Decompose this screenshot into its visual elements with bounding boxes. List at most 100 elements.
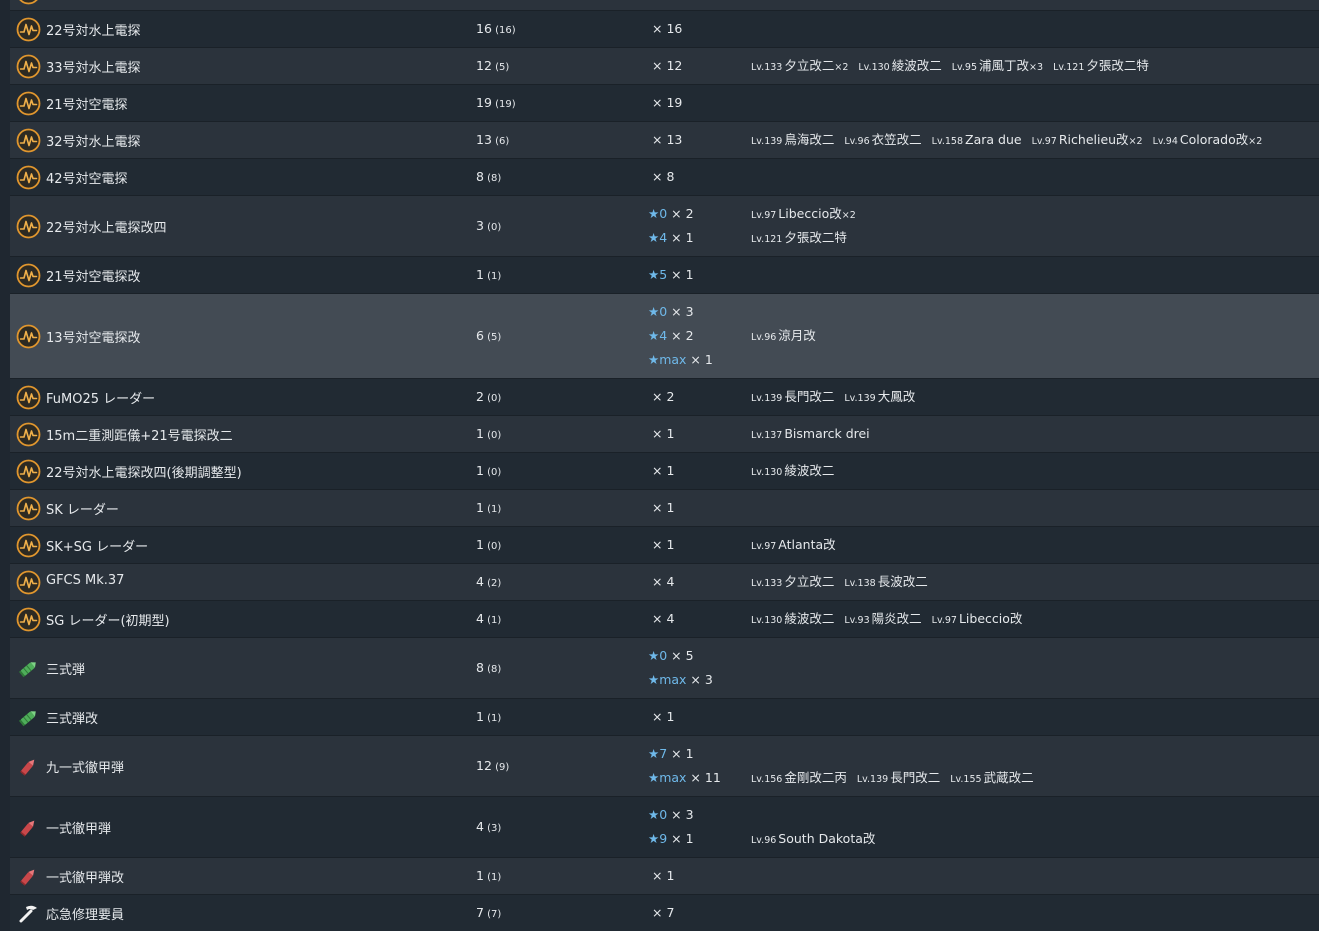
table-row[interactable]: 一式徹甲弾 4 (3) ★0 × 3 ★9 × 1 Lv.96 South Dakota改	[10, 796, 1319, 857]
table-row[interactable]: GFCS Mk.37 4 (2) × 4 Lv.133 夕立改二 Lv.138 長波改二	[10, 563, 1319, 600]
improvement-level: × 16	[652, 21, 683, 36]
star-icon: ★5	[648, 267, 668, 282]
equipment-table: 22号対水上電探 16 (16) × 16 33号対水上電探 12 (5) × 12 Lv.…	[10, 0, 1319, 931]
equipment-name: 応急修理要員	[46, 908, 125, 923]
improvement-level: × 7	[652, 905, 675, 920]
radar-icon	[16, 263, 41, 288]
equipment-name: 33号対水上電探	[46, 61, 141, 76]
radar-icon	[16, 54, 41, 79]
improvement-level: ★4 × 2	[648, 328, 694, 343]
table-row[interactable]: 三式弾 8 (8) ★0 × 5 ★max × 3	[10, 637, 1319, 698]
ship-entry: Lv.93 陽炎改二	[844, 611, 922, 626]
equipment-count: 1 (1)	[476, 868, 502, 883]
equipment-name: 32号対水上電探	[46, 135, 141, 150]
table-row[interactable]: 32号対水上電探 13 (6) × 13 Lv.139 鳥海改二 Lv.96 衣笠改二 Lv.…	[10, 121, 1319, 158]
equipment-count: 13 (6)	[476, 132, 510, 147]
ship-entry: Lv.158 Zara due	[931, 132, 1022, 147]
equipped-ships: Lv.96 涼月改	[751, 324, 826, 348]
ship-entry: Lv.97 Libeccio改	[931, 611, 1023, 626]
equipment-count: 2 (0)	[476, 389, 502, 404]
table-row[interactable]: 22号対水上電探 16 (16) × 16	[10, 10, 1319, 47]
ship-entry: Lv.96 衣笠改二	[844, 132, 922, 147]
equipment-count: 3 (0)	[476, 218, 502, 233]
table-row[interactable]: SG レーダー(初期型) 4 (1) × 4 Lv.130 綾波改二 Lv.93 陽炎改二 L…	[10, 600, 1319, 637]
table-row[interactable]: SK レーダー 1 (1) × 1	[10, 489, 1319, 526]
ship-entry: Lv.96 South Dakota改	[751, 831, 876, 846]
radar-icon	[16, 324, 41, 349]
improvement-level: × 1	[652, 426, 675, 441]
ship-entry: Lv.97 Atlanta改	[751, 537, 836, 552]
type3-shell-icon	[16, 705, 41, 730]
equipped-ships: Lv.137 Bismarck drei	[751, 422, 880, 446]
improvement-level: × 4	[652, 611, 675, 626]
equipment-name: 九一式徹甲弾	[46, 761, 125, 776]
improvement-level: × 8	[652, 169, 675, 184]
equipment-name: 一式徹甲弾改	[46, 871, 125, 886]
ship-entry: Lv.156 金剛改二丙	[751, 770, 847, 785]
ship-entry: Lv.139 鳥海改二	[751, 132, 835, 147]
star-icon: ★0	[648, 648, 668, 663]
equipment-name: 42号対空電探	[46, 172, 128, 187]
equipment-name: 三式弾改	[46, 712, 99, 727]
radar-icon	[16, 165, 41, 190]
ship-entry: Lv.137 Bismarck drei	[751, 426, 870, 441]
equipped-ships: Lv.156 金剛改二丙 Lv.139 長門改二 Lv.155 武蔵改二	[751, 766, 1044, 790]
equipped-ships: Lv.97 Atlanta改	[751, 533, 846, 557]
improvement-level: × 1	[652, 463, 675, 478]
table-row[interactable]: 42号対空電探 8 (8) × 8	[10, 158, 1319, 195]
improvement-level: × 2	[652, 389, 675, 404]
table-row[interactable]: 21号対空電探 19 (19) × 19	[10, 84, 1319, 121]
star-icon: ★max	[648, 672, 687, 687]
improvement-level: ★5 × 1	[648, 267, 694, 282]
equipped-ships: Lv.97 Libeccio改×2	[751, 202, 866, 226]
improvement-level: ★max × 1	[648, 352, 713, 367]
equipped-ships: Lv.133 夕立改二×2 Lv.130 綾波改二 Lv.95 浦風丁改×3 Lv.121 夕…	[751, 54, 1159, 78]
equipment-count: 12 (9)	[476, 758, 510, 773]
improvement-level: ★4 × 1	[648, 230, 694, 245]
table-row[interactable]: 応急修理要員 7 (7) × 7	[10, 894, 1319, 931]
equipment-name: GFCS Mk.37	[46, 573, 125, 588]
improvement-level: × 12	[652, 58, 683, 73]
ship-entry: Lv.94 Colorado改×2	[1152, 132, 1263, 147]
improvement-level: × 1	[652, 500, 675, 515]
equipment-count: 7 (7)	[476, 905, 502, 920]
table-row[interactable]: SK+SG レーダー 1 (0) × 1 Lv.97 Atlanta改	[10, 526, 1319, 563]
equipment-count: 1 (0)	[476, 463, 502, 478]
table-row[interactable]: 三式弾改 1 (1) × 1	[10, 698, 1319, 735]
equipment-count: 1 (0)	[476, 537, 502, 552]
table-row[interactable]: 21号対空電探改 1 (1) ★5 × 1	[10, 256, 1319, 293]
improvement-level: × 1	[652, 709, 675, 724]
equipment-name: FuMO25 レーダー	[46, 392, 156, 407]
table-row[interactable]: 33号対水上電探 12 (5) × 12 Lv.133 夕立改二×2 Lv.130 綾波改二…	[10, 47, 1319, 84]
table-row[interactable]: 15m二重測距儀+21号電探改二 1 (0) × 1 Lv.137 Bismarck d…	[10, 415, 1319, 452]
equipped-ships: Lv.133 夕立改二 Lv.138 長波改二	[751, 570, 938, 594]
star-icon: ★0	[648, 206, 668, 221]
equipment-count: 1 (1)	[476, 709, 502, 724]
table-row[interactable]: 13号対空電探改 6 (5) ★0 × 3 ★4 × 2 ★max × 1 Lv.96 涼月…	[10, 293, 1319, 378]
radar-icon	[16, 17, 41, 42]
equipment-name: 13号対空電探改	[46, 331, 141, 346]
improvement-level: ★max × 3	[648, 672, 713, 687]
equipment-name: 一式徹甲弾	[46, 822, 112, 837]
table-row[interactable]: 九一式徹甲弾 12 (9) ★7 × 1 ★max × 11 Lv.156 金剛改二丙 Lv…	[10, 735, 1319, 796]
improvement-level: ★max × 11	[648, 770, 721, 785]
equipment-count: 4 (1)	[476, 611, 502, 626]
equipment-count: 1 (0)	[476, 426, 502, 441]
star-icon: ★7	[648, 746, 668, 761]
equipped-ships: Lv.130 綾波改二 Lv.93 陽炎改二 Lv.97 Libeccio改	[751, 607, 1032, 631]
table-row[interactable]: 22号対水上電探改四 3 (0) ★0 × 2 ★4 × 1 Lv.97 Libeccio…	[10, 195, 1319, 256]
equipment-name: SK+SG レーダー	[46, 540, 149, 555]
equipped-ships: Lv.139 長門改二 Lv.139 大鳳改	[751, 385, 925, 409]
table-row[interactable]: 22号対水上電探改四(後期調整型) 1 (0) × 1 Lv.130 綾波改二	[10, 452, 1319, 489]
ap-shell-icon	[16, 754, 41, 779]
table-row[interactable]	[10, 0, 1319, 10]
table-row[interactable]: FuMO25 レーダー 2 (0) × 2 Lv.139 長門改二 Lv.139 大鳳改	[10, 378, 1319, 415]
ship-entry: Lv.130 綾波改二	[751, 611, 835, 626]
equipment-name: 21号対空電探	[46, 98, 128, 113]
ship-entry: Lv.121 夕張改二特	[1053, 58, 1149, 73]
equipment-name: 22号対水上電探	[46, 24, 141, 39]
improvement-level: ★0 × 3	[648, 304, 694, 319]
equipped-ships: Lv.96 South Dakota改	[751, 827, 885, 851]
ship-entry: Lv.96 涼月改	[751, 328, 816, 343]
table-row[interactable]: 一式徹甲弾改 1 (1) × 1	[10, 857, 1319, 894]
